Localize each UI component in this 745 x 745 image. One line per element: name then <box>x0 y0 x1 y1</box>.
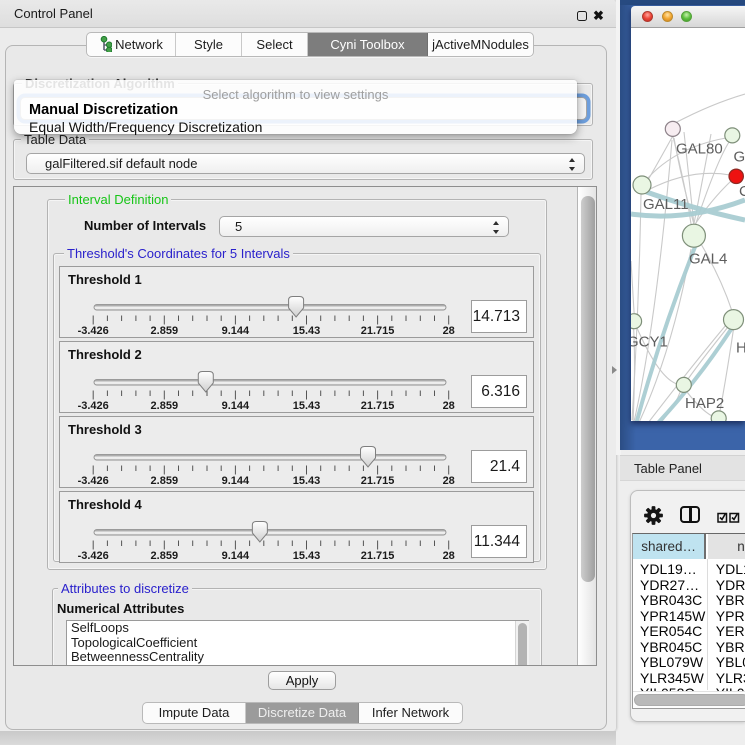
svg-text:9.144: 9.144 <box>222 475 250 487</box>
svg-text:-3.426: -3.426 <box>78 325 109 337</box>
svg-text:21.715: 21.715 <box>361 325 395 337</box>
svg-text:15.43: 15.43 <box>293 400 321 412</box>
svg-text:GAL11: GAL11 <box>643 196 689 213</box>
svg-text:HAP2: HAP2 <box>685 395 724 412</box>
svg-text:-3.426: -3.426 <box>78 550 109 562</box>
svg-text:HIS: HIS <box>736 340 745 357</box>
svg-text:GCY1: GCY1 <box>631 334 668 351</box>
svg-text:15.43: 15.43 <box>293 550 321 562</box>
svg-text:28: 28 <box>443 325 455 337</box>
svg-text:28: 28 <box>443 475 455 487</box>
svg-text:28: 28 <box>443 400 455 412</box>
svg-text:21.715: 21.715 <box>361 550 395 562</box>
svg-text:9.144: 9.144 <box>222 550 250 562</box>
svg-text:28: 28 <box>443 550 455 562</box>
svg-text:-3.426: -3.426 <box>78 400 109 412</box>
svg-text:2.859: 2.859 <box>151 550 179 562</box>
svg-text:15.43: 15.43 <box>293 475 321 487</box>
svg-text:-3.426: -3.426 <box>78 475 109 487</box>
svg-text:GAL4: GAL4 <box>689 251 727 268</box>
svg-text:CC: CC <box>739 183 745 200</box>
svg-text:9.144: 9.144 <box>222 400 250 412</box>
svg-text:2.859: 2.859 <box>151 475 179 487</box>
svg-text:GAL80: GAL80 <box>676 141 723 158</box>
svg-text:2.859: 2.859 <box>151 325 179 337</box>
svg-text:GAL: GAL <box>734 149 745 166</box>
svg-text:15.43: 15.43 <box>293 325 321 337</box>
svg-text:21.715: 21.715 <box>361 400 395 412</box>
svg-text:21.715: 21.715 <box>361 475 395 487</box>
svg-text:9.144: 9.144 <box>222 325 250 337</box>
svg-text:2.859: 2.859 <box>151 400 179 412</box>
